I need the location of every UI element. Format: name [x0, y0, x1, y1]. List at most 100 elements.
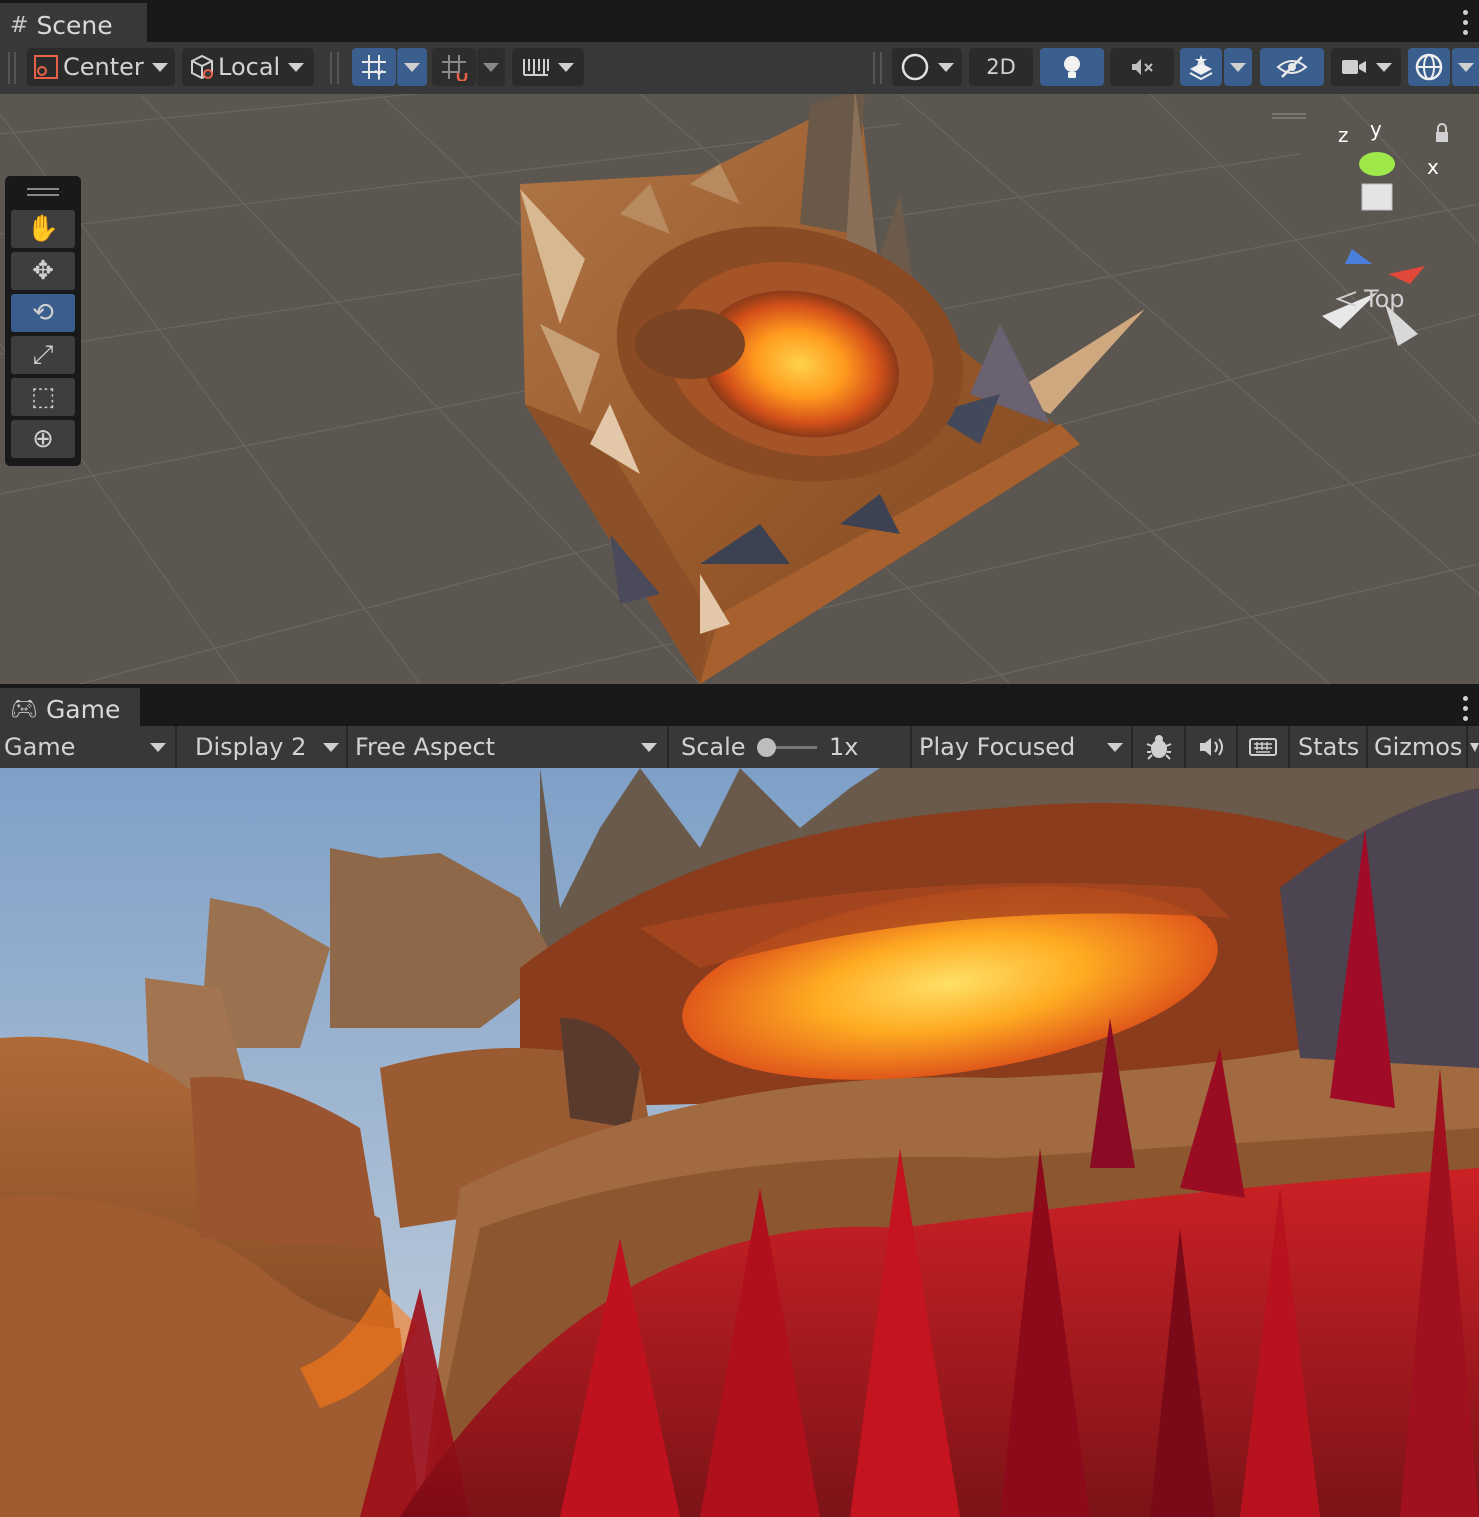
chevron-down-icon	[150, 742, 166, 752]
grid-visibility-button[interactable]: Y	[352, 48, 396, 86]
toolbar-separator	[337, 52, 339, 84]
effects-layers-icon	[1189, 55, 1213, 81]
scene-viewport[interactable]: z y x Top ✋ ✥ ⟲ ⤢ ⬚ ⊕	[0, 94, 1479, 684]
shaded-sphere-icon	[901, 53, 929, 81]
pivot-mode-dropdown[interactable]: Center	[27, 48, 175, 86]
chevron-down-icon	[641, 742, 657, 752]
scene-visibility-toggle[interactable]	[1260, 48, 1324, 86]
game-viewport[interactable]	[0, 768, 1479, 1517]
toolbar-separator	[880, 52, 882, 84]
scale-control: Scale 1x	[681, 726, 901, 768]
gizmos-toggle[interactable]	[1408, 48, 1450, 86]
chevron-down-icon	[151, 62, 168, 72]
keyboard-shortcuts-toggle[interactable]	[1240, 726, 1286, 768]
chevron-down-icon	[558, 62, 574, 72]
gizmo-view-label[interactable]: Top	[1363, 285, 1405, 313]
grid-y-icon: Y	[362, 55, 386, 81]
grid-icon: #	[10, 12, 29, 38]
draw-mode-dropdown[interactable]	[892, 48, 962, 86]
hand-tool[interactable]: ✋	[11, 210, 75, 248]
overlay-handle[interactable]	[1272, 113, 1306, 119]
toolbar-grip	[14, 52, 16, 84]
gamepad-icon: 🎮︎	[10, 696, 38, 722]
snapping-options-dropdown[interactable]	[477, 48, 505, 86]
stats-label: Stats	[1298, 733, 1360, 761]
move-tool[interactable]: ✥	[11, 252, 75, 290]
scene-lighting-toggle[interactable]	[1040, 48, 1104, 86]
toggle-2d-label: 2D	[986, 55, 1016, 79]
toolbar-separator	[873, 52, 875, 84]
rotate-icon: ⟲	[32, 298, 54, 328]
game-toolbar: Game Display 2 Free Aspect Scale 1x Play…	[0, 726, 1479, 769]
bug-icon	[1146, 735, 1172, 760]
ruler-icon	[523, 59, 549, 76]
play-mode-dropdown[interactable]: Play Focused	[919, 726, 1127, 768]
scale-slider-thumb[interactable]	[757, 738, 776, 757]
scale-tool[interactable]: ⤢	[11, 336, 75, 374]
scene-effects-dropdown[interactable]	[1224, 48, 1252, 86]
gizmos-game-toggle[interactable]: Gizmos	[1374, 726, 1466, 768]
view-mode-label: Game	[4, 733, 76, 761]
scene-toolbar: Center Local Y 2D	[0, 42, 1479, 95]
game-more-menu-icon[interactable]	[1463, 696, 1469, 721]
toggle-2d-button[interactable]: 2D	[969, 48, 1033, 86]
scale-value: 1x	[829, 733, 859, 761]
toolbar-separator	[1288, 726, 1290, 768]
game-tab-label: Game	[45, 694, 121, 724]
gizmo-x-label: x	[1427, 155, 1439, 179]
toolbar-separator	[1466, 726, 1468, 768]
tools-overlay: ✋ ✥ ⟲ ⤢ ⬚ ⊕	[5, 176, 81, 466]
increment-snap-dropdown[interactable]	[512, 48, 584, 86]
overlay-grip[interactable]	[27, 188, 59, 190]
game-render	[0, 768, 1479, 1517]
chevron-down-icon	[1107, 742, 1123, 752]
toolbar-separator	[910, 726, 912, 768]
gizmo-sphere-icon	[1415, 53, 1443, 81]
tab-scene[interactable]: # Scene	[0, 3, 147, 45]
scene-effects-toggle[interactable]	[1180, 48, 1222, 86]
speaker-icon	[1200, 738, 1223, 756]
grid-snapping-button[interactable]	[432, 48, 476, 86]
scene-render: z y x Top	[0, 94, 1479, 684]
chevron-down-icon	[483, 62, 499, 72]
rect-tool[interactable]: ⬚	[11, 378, 75, 416]
aspect-dropdown[interactable]: Free Aspect	[355, 726, 661, 768]
mute-audio-toggle[interactable]	[1188, 726, 1234, 768]
chevron-down-icon	[938, 62, 954, 72]
transform-tool[interactable]: ⊕	[11, 420, 75, 458]
space-mode-dropdown[interactable]: Local	[182, 48, 314, 86]
audio-muted-icon	[1132, 59, 1153, 75]
stats-toggle[interactable]: Stats	[1298, 726, 1362, 768]
terrain-model	[520, 94, 1145, 684]
view-mode-dropdown[interactable]: Game	[4, 726, 172, 768]
toolbar-separator	[1184, 726, 1186, 768]
aspect-label: Free Aspect	[355, 733, 496, 761]
toolbar-separator	[1236, 726, 1238, 768]
keyboard-icon	[1249, 738, 1277, 756]
toolbar-separator	[175, 726, 177, 768]
chevron-down-icon[interactable]	[1470, 743, 1479, 752]
pivot-mode-label: Center	[63, 53, 144, 81]
game-tab-bar: 🎮︎ Game	[0, 686, 1479, 728]
frame-debugger-toggle[interactable]	[1136, 726, 1182, 768]
local-cube-icon	[191, 54, 213, 80]
gizmo-z-label: z	[1338, 123, 1349, 147]
chevron-down-icon	[1230, 62, 1246, 72]
scene-tab-bar: # Scene	[0, 0, 1479, 45]
play-mode-label: Play Focused	[919, 733, 1076, 761]
lock-icon[interactable]	[1436, 132, 1448, 142]
grid-options-dropdown[interactable]	[397, 48, 427, 86]
toolbar-separator	[330, 52, 332, 84]
display-dropdown[interactable]: Display 2	[195, 726, 343, 768]
tab-game[interactable]: 🎮︎ Game	[0, 688, 140, 728]
camera-icon	[1342, 60, 1366, 74]
scale-icon: ⤢	[32, 339, 54, 370]
chevron-down-icon	[1376, 62, 1392, 72]
scene-camera-dropdown[interactable]	[1331, 48, 1401, 86]
scene-more-menu-icon[interactable]	[1463, 10, 1469, 35]
scene-audio-toggle[interactable]	[1110, 48, 1174, 86]
rotate-tool[interactable]: ⟲	[11, 294, 75, 332]
gizmos-label: Gizmos	[1374, 733, 1463, 761]
toolbar-grip	[8, 52, 10, 84]
gizmos-dropdown[interactable]	[1452, 48, 1479, 86]
